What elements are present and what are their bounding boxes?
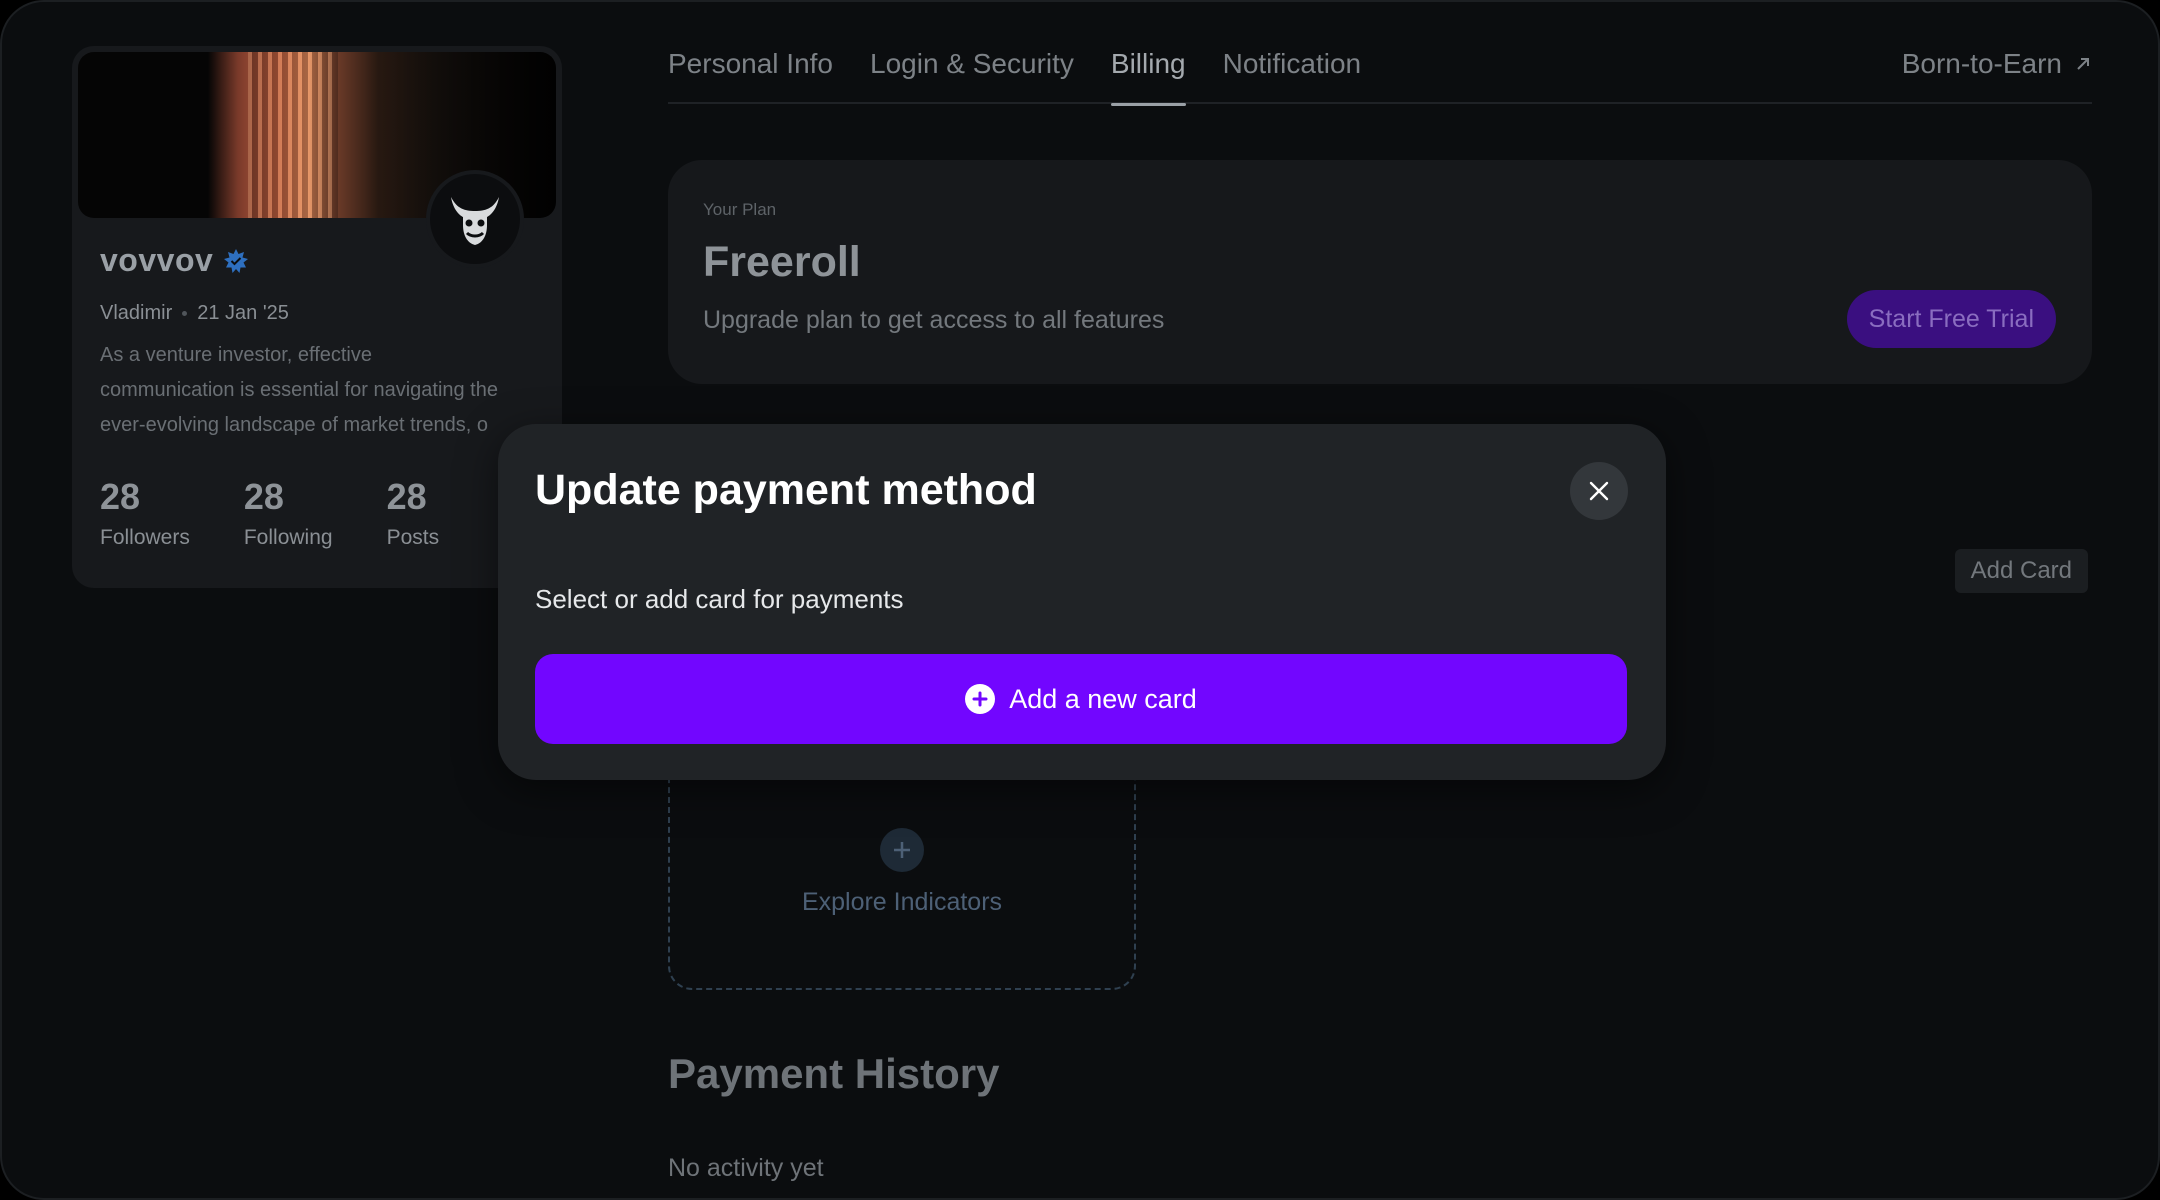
bio-line: ever-evolving landscape of market trends… xyxy=(100,414,488,436)
profile-card: vovvov Vladimir 21 Jan '25 As a venture … xyxy=(72,46,562,588)
profile-meta: Vladimir 21 Jan '25 xyxy=(100,302,289,325)
bio-line: As a venture investor, effective xyxy=(100,344,373,366)
profile-stats: 28 Followers 28 Following 28 Posts xyxy=(100,476,439,550)
modal-close-button[interactable] xyxy=(1570,462,1628,520)
add-card-button[interactable]: Add Card xyxy=(1954,549,2088,593)
stat-followers[interactable]: 28 Followers xyxy=(100,476,190,550)
settings-tabs: Personal Info Login & Security Billing N… xyxy=(668,42,2092,106)
plan-name: Freeroll xyxy=(703,238,861,286)
plan-kicker: Your Plan xyxy=(703,200,777,219)
bio-line: communication is essential for navigatin… xyxy=(100,379,498,401)
profile-name: Vladimir xyxy=(100,302,173,324)
start-free-trial-button[interactable]: Start Free Trial xyxy=(1846,290,2056,348)
avatar[interactable] xyxy=(426,170,524,268)
stat-value: 28 xyxy=(386,476,427,517)
arrow-up-right-icon xyxy=(2077,58,2089,70)
stat-following[interactable]: 28 Following xyxy=(244,476,333,550)
stat-label: Followers xyxy=(100,526,190,549)
username: vovvov xyxy=(100,242,214,278)
tab-personal-info[interactable]: Personal Info xyxy=(668,42,833,104)
stat-value: 28 xyxy=(243,476,284,517)
payment-history-title: Payment History xyxy=(668,1050,1000,1097)
profile-bio: As a venture investor, effective communi… xyxy=(100,338,540,443)
app-window: vovvov Vladimir 21 Jan '25 As a venture … xyxy=(0,0,2160,1200)
cover-building xyxy=(248,52,338,218)
modal-subtitle: Select or add card for payments xyxy=(535,584,904,614)
add-new-card-button[interactable]: Add a new card xyxy=(535,654,1627,744)
explore-indicators-card[interactable]: Explore Indicators xyxy=(668,772,1136,990)
close-icon xyxy=(1589,481,1609,501)
payment-history-empty: No activity yet xyxy=(668,1154,824,1182)
plan-card: Your Plan Freeroll Upgrade plan to get a… xyxy=(668,160,2092,384)
bull-logo-icon xyxy=(451,197,499,245)
plus-icon xyxy=(880,828,924,872)
stat-label: Following xyxy=(243,526,333,549)
explore-indicators-label: Explore Indicators xyxy=(801,888,1003,916)
tab-born-to-earn[interactable]: Born-to-Earn xyxy=(1902,48,2092,80)
update-payment-modal: Update payment method Select or add card… xyxy=(498,424,1666,780)
modal-title: Update payment method xyxy=(535,466,1037,514)
tab-billing[interactable]: Billing xyxy=(1110,42,1186,106)
username-row: vovvov xyxy=(100,242,249,279)
verified-badge-icon xyxy=(224,248,249,273)
profile-joined-date: 21 Jan '25 xyxy=(197,302,289,324)
tab-notification[interactable]: Notification xyxy=(1223,42,1362,104)
add-new-card-label: Add a new card xyxy=(1009,683,1197,714)
tab-login-security[interactable]: Login & Security xyxy=(870,42,1074,104)
plus-circle-icon xyxy=(965,684,996,714)
stat-value: 28 xyxy=(100,476,141,517)
stat-posts[interactable]: 28 Posts xyxy=(387,476,440,550)
plan-description: Upgrade plan to get access to all featur… xyxy=(703,306,1165,334)
tab-born-to-earn-label: Born-to-Earn xyxy=(1901,48,2062,79)
stat-label: Posts xyxy=(386,526,440,549)
meta-separator xyxy=(182,311,188,316)
